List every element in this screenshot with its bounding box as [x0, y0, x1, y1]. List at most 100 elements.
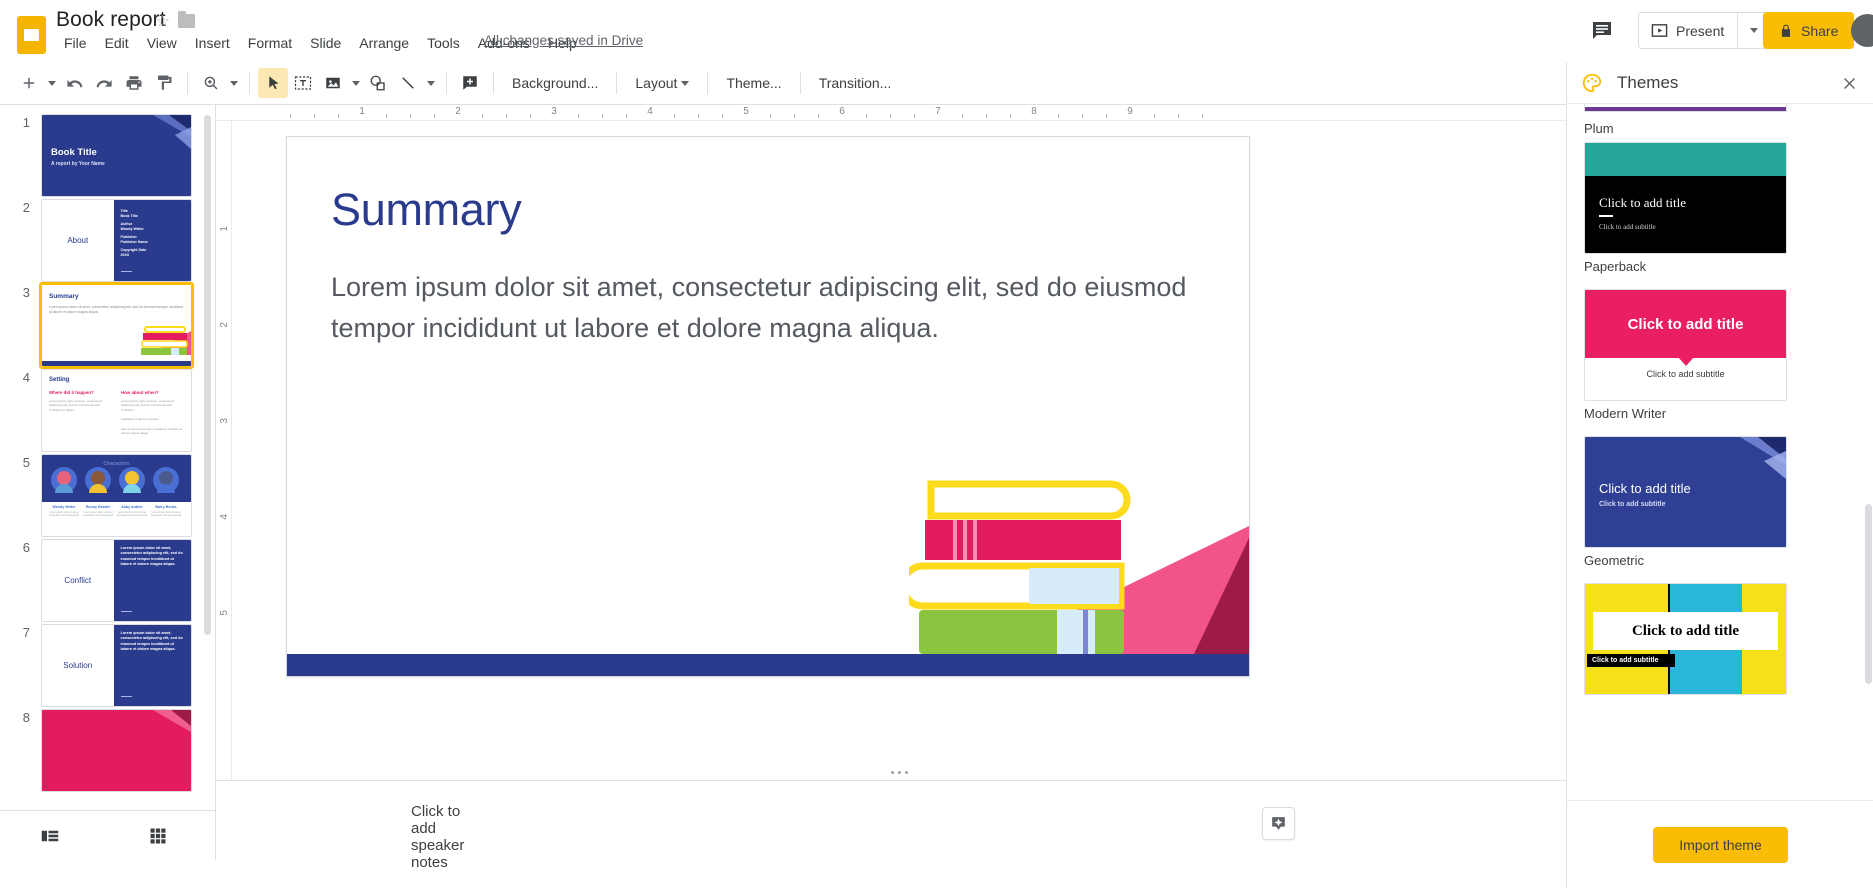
shape-icon[interactable]: [363, 68, 393, 98]
menu-tools[interactable]: Tools: [418, 31, 469, 55]
stack-of-books-illustration: [899, 476, 1249, 676]
menu-file[interactable]: File: [55, 31, 96, 55]
add-comment-icon[interactable]: [455, 68, 485, 98]
explore-button[interactable]: [1262, 807, 1295, 840]
filmstrip-view-icon[interactable]: [26, 816, 74, 856]
ruler-tick: [698, 114, 699, 118]
share-button[interactable]: Share: [1763, 12, 1855, 49]
undo-icon[interactable]: [59, 68, 89, 98]
slide-canvas[interactable]: Summary Lorem ipsum dolor sit amet, cons…: [232, 122, 1566, 762]
filmstrip-slide-row[interactable]: 1 Book Title A report by Your Name: [0, 105, 215, 197]
theme-button[interactable]: Theme...: [716, 70, 791, 96]
line-icon[interactable]: [393, 68, 423, 98]
themes-panel-title: Themes: [1617, 72, 1679, 92]
filmstrip-slide-row[interactable]: 6 Conflict Lorem ipsum dolor sit amet, c…: [0, 530, 215, 622]
slide-title-text[interactable]: Summary: [331, 184, 522, 236]
layout-label: Layout: [635, 75, 678, 91]
toolbar-divider: [707, 72, 709, 94]
ruler-tick-label: 1: [359, 106, 365, 117]
speaker-notes-pane[interactable]: Click to add speaker notes: [216, 780, 1566, 888]
vertical-ruler-tick-label: 2: [219, 322, 230, 328]
slide-number: 8: [22, 710, 30, 725]
zoom-icon[interactable]: [196, 68, 226, 98]
ruler-tick: [866, 114, 867, 118]
menu-insert[interactable]: Insert: [186, 31, 239, 55]
slide-thumbnail[interactable]: Conflict Lorem ipsum dolor sit amet, con…: [39, 537, 194, 624]
filmstrip-slide-row[interactable]: 5 Characters Wendy Writer Lorem ipsum do…: [0, 445, 215, 537]
line-dropdown-arrow[interactable]: [423, 68, 438, 98]
new-slide-dropdown-arrow[interactable]: [44, 68, 59, 98]
toolbar-divider: [446, 72, 447, 94]
themes-list[interactable]: Plum Click to add title Click to add sub…: [1567, 104, 1873, 744]
zoom-dropdown-arrow[interactable]: [226, 68, 241, 98]
new-slide-icon[interactable]: [14, 68, 44, 98]
slide-filmstrip[interactable]: 1 Book Title A report by Your Name 2 Abo…: [0, 105, 216, 860]
filmstrip-slide-row[interactable]: 7 Solution Lorem ipsum dolor sit amet, c…: [0, 615, 215, 707]
ruler-tick: [530, 114, 531, 118]
slide-thumbnail[interactable]: Book Title A report by Your Name: [39, 112, 194, 199]
ruler-tick: [386, 114, 387, 118]
ruler-tick: [1082, 114, 1083, 118]
filmstrip-scrollbar[interactable]: [204, 115, 211, 635]
filmstrip-slide-row[interactable]: 4 Setting Where did it happen? Lorem ips…: [0, 360, 215, 452]
ruler-tick: [1058, 114, 1059, 118]
slide-thumbnail[interactable]: Summary Lorem ipsum dolor sit amet, cons…: [39, 282, 194, 369]
menu-view[interactable]: View: [138, 31, 186, 55]
notes-splitter[interactable]: [232, 765, 1566, 779]
ruler-tick: [674, 114, 675, 118]
menu-edit[interactable]: Edit: [96, 31, 138, 55]
slide-thumbnail[interactable]: Characters Wendy Writer Lorem ipsum dolo…: [39, 452, 194, 539]
slide-thumbnail[interactable]: [39, 707, 194, 794]
vertical-ruler[interactable]: 1 2 3 4 5: [216, 121, 232, 861]
ruler-tick: [1178, 114, 1179, 118]
redo-icon[interactable]: [89, 68, 119, 98]
present-play-icon: [1651, 24, 1668, 37]
background-button[interactable]: Background...: [502, 70, 608, 96]
avatar[interactable]: [1851, 14, 1873, 47]
grid-view-icon[interactable]: [134, 816, 182, 856]
transition-button[interactable]: Transition...: [809, 70, 902, 96]
filmstrip-slide-row[interactable]: 2 About Title Book Title Author Woody Write…: [0, 190, 215, 282]
star-icon[interactable]: ☆: [155, 12, 170, 32]
import-theme-button[interactable]: Import theme: [1653, 826, 1788, 863]
theme-entry: Click to add title Click to add subtitle…: [1584, 289, 1787, 421]
ruler-tick: [770, 114, 771, 118]
slide-body-text[interactable]: Lorem ipsum dolor sit amet, consectetur …: [331, 267, 1211, 349]
horizontal-ruler[interactable]: 1 2 3 4 5 6 7 8 9: [216, 105, 1566, 121]
document-title[interactable]: Book report: [56, 8, 166, 32]
menu-slide[interactable]: Slide: [301, 31, 350, 55]
image-icon[interactable]: [318, 68, 348, 98]
themes-scrollbar[interactable]: [1865, 504, 1872, 684]
move-to-folder-icon[interactable]: [178, 11, 195, 28]
ruler-tick: [338, 114, 339, 118]
menu-arrange[interactable]: Arrange: [350, 31, 418, 55]
slide-thumbnail-preview: About Title Book Title Author Woody Writer P…: [41, 199, 192, 282]
print-icon[interactable]: [119, 68, 149, 98]
layout-button[interactable]: Layout: [625, 70, 699, 96]
comment-history-icon[interactable]: [1589, 19, 1615, 43]
menu-format[interactable]: Format: [239, 31, 301, 55]
theme-card-geometric[interactable]: Click to add title Click to add subtitle: [1584, 436, 1787, 548]
filmstrip-slide-row[interactable]: 3 Summary Lorem ipsum dolor sit amet, co…: [0, 275, 215, 369]
theme-entry: Plum: [1584, 116, 1787, 136]
save-status-link[interactable]: All changes saved in Drive: [484, 33, 643, 48]
present-label: Present: [1676, 22, 1725, 39]
slide-thumbnail[interactable]: About Title Book Title Author Woody Writer P…: [39, 197, 194, 284]
current-slide[interactable]: Summary Lorem ipsum dolor sit amet, cons…: [286, 136, 1250, 677]
slide-thumbnail[interactable]: Solution Lorem ipsum dolor sit amet, con…: [39, 622, 194, 709]
close-icon[interactable]: [1838, 72, 1860, 94]
theme-card-plum[interactable]: [1584, 104, 1787, 112]
image-dropdown-arrow[interactable]: [348, 68, 363, 98]
theme-card-paperback[interactable]: Click to add title Click to add subtitle: [1584, 142, 1787, 254]
textbox-icon[interactable]: [288, 68, 318, 98]
slide-number: 1: [22, 115, 30, 130]
theme-card-unnamed[interactable]: Click to add title Click to add subtitle: [1584, 583, 1787, 695]
present-button[interactable]: Present: [1639, 13, 1739, 48]
ruler-tick: [578, 114, 579, 118]
select-tool-icon[interactable]: [258, 68, 288, 98]
theme-card-modern-writer[interactable]: Click to add title Click to add subtitle: [1584, 289, 1787, 401]
speaker-notes-placeholder[interactable]: Click to add speaker notes: [411, 803, 464, 871]
paint-format-icon[interactable]: [149, 68, 179, 98]
filmstrip-slide-row[interactable]: 8: [0, 700, 215, 792]
slide-thumbnail[interactable]: Setting Where did it happen? Lorem ipsum…: [39, 367, 194, 454]
